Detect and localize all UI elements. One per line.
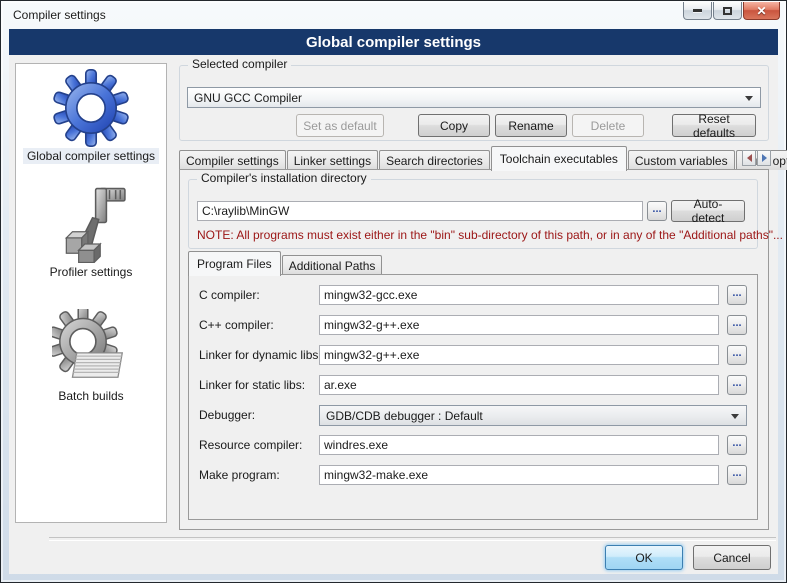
sidebar-item-label: Global compiler settings	[23, 148, 159, 164]
chevron-down-icon	[731, 414, 739, 419]
field-label: Linker for static libs:	[199, 378, 305, 392]
close-icon: ✕	[756, 4, 766, 18]
maximize-icon	[723, 7, 732, 15]
field-row-make-program: Make program: ...	[189, 465, 757, 485]
settings-category-sidebar: Global compiler settings	[15, 63, 167, 523]
field-label: Resource compiler:	[199, 438, 302, 452]
ok-button[interactable]: OK	[605, 545, 683, 570]
window-title: Compiler settings	[13, 8, 106, 22]
minimize-button[interactable]	[683, 2, 712, 20]
dialog-content: Global compiler settings	[9, 55, 778, 574]
field-label: C compiler:	[199, 288, 260, 302]
compiler-select[interactable]: GNU GCC Compiler	[187, 87, 761, 108]
sidebar-item-label: Profiler settings	[46, 264, 137, 280]
sidebar-item-global-compiler-settings[interactable]: Global compiler settings	[23, 68, 159, 164]
field-row-c-compiler: C compiler: ...	[189, 285, 757, 305]
sidebar-item-label: Batch builds	[54, 388, 127, 404]
debugger-select-value: GDB/CDB debugger : Default	[326, 409, 483, 423]
blue-gear-icon	[52, 68, 130, 148]
auto-detect-button[interactable]: Auto-detect	[671, 200, 745, 222]
close-button[interactable]: ✕	[743, 2, 780, 20]
installation-directory-group-label: Compiler's installation directory	[197, 171, 371, 185]
resource-compiler-input[interactable]	[319, 435, 719, 455]
linker-static-browse-button[interactable]: ...	[727, 375, 747, 395]
note-text: NOTE: All programs must exist either in …	[197, 228, 783, 242]
c-compiler-browse-button[interactable]: ...	[727, 285, 747, 305]
tab-custom-variables[interactable]: Custom variables	[628, 150, 735, 170]
set-as-default-button: Set as default	[296, 114, 384, 137]
make-program-browse-button[interactable]: ...	[727, 465, 747, 485]
compiler-select-value: GNU GCC Compiler	[194, 91, 302, 105]
field-row-debugger: Debugger: GDB/CDB debugger : Default	[189, 405, 757, 425]
cancel-button[interactable]: Cancel	[693, 545, 771, 570]
selected-compiler-group-label: Selected compiler	[188, 57, 291, 71]
field-label: Debugger:	[199, 408, 255, 422]
field-row-linker-dynamic: Linker for dynamic libs: ...	[189, 345, 757, 365]
cpp-compiler-input[interactable]	[319, 315, 719, 335]
toolchain-executables-panel: Compiler's installation directory ... Au…	[179, 169, 769, 530]
cpp-compiler-browse-button[interactable]: ...	[727, 315, 747, 335]
program-files-panel: C compiler: ... C++ compiler: ... Linker…	[188, 274, 758, 520]
settings-tabs: Compiler settings Linker settings Search…	[179, 144, 771, 170]
arrow-right-icon	[762, 154, 767, 162]
sidebar-item-batch-builds[interactable]: Batch builds	[52, 308, 130, 404]
subtab-additional-paths[interactable]: Additional Paths	[282, 255, 383, 275]
resource-compiler-browse-button[interactable]: ...	[727, 435, 747, 455]
installation-directory-input[interactable]	[197, 201, 643, 221]
tab-search-directories[interactable]: Search directories	[379, 150, 490, 170]
subtab-program-files[interactable]: Program Files	[188, 251, 281, 276]
chevron-down-icon	[745, 96, 753, 101]
arrow-left-icon	[747, 154, 752, 162]
sidebar-item-profiler-settings[interactable]: Profiler settings	[46, 184, 137, 280]
field-row-linker-static: Linker for static libs: ...	[189, 375, 757, 395]
page-title-banner: Global compiler settings	[9, 29, 778, 55]
minimize-icon	[693, 9, 702, 12]
delete-button: Delete	[572, 114, 644, 137]
make-program-input[interactable]	[319, 465, 719, 485]
debugger-select[interactable]: GDB/CDB debugger : Default	[319, 405, 747, 426]
tab-compiler-settings[interactable]: Compiler settings	[179, 150, 286, 170]
reset-defaults-button[interactable]: Reset defaults	[672, 114, 756, 137]
installation-directory-browse-button[interactable]: ...	[647, 201, 667, 221]
program-subtabs: Program Files Additional Paths	[188, 251, 383, 275]
field-label: C++ compiler:	[199, 318, 274, 332]
tab-scroll-left-button[interactable]	[742, 150, 756, 166]
compiler-settings-dialog: Compiler settings ✕ Global compiler sett…	[0, 0, 787, 583]
maximize-button[interactable]	[713, 2, 742, 20]
linker-dynamic-input[interactable]	[319, 345, 719, 365]
tab-scroll-right-button[interactable]	[757, 150, 771, 166]
titlebar[interactable]: Compiler settings ✕	[1, 1, 786, 28]
tab-toolchain-executables[interactable]: Toolchain executables	[491, 146, 627, 171]
linker-static-input[interactable]	[319, 375, 719, 395]
caliper-icon	[54, 184, 128, 264]
linker-dynamic-browse-button[interactable]: ...	[727, 345, 747, 365]
field-label: Linker for dynamic libs:	[199, 348, 322, 362]
c-compiler-input[interactable]	[319, 285, 719, 305]
installation-directory-group: Compiler's installation directory ... Au…	[188, 179, 758, 249]
selected-compiler-group: Selected compiler GNU GCC Compiler Set a…	[179, 65, 769, 141]
page-title: Global compiler settings	[306, 34, 481, 51]
field-row-cpp-compiler: C++ compiler: ...	[189, 315, 757, 335]
footer-divider	[49, 537, 776, 541]
gray-gear-papers-icon	[52, 308, 130, 388]
tab-linker-settings[interactable]: Linker settings	[287, 150, 378, 170]
field-label: Make program:	[199, 468, 280, 482]
field-row-resource-compiler: Resource compiler: ...	[189, 435, 757, 455]
copy-button[interactable]: Copy	[418, 114, 490, 137]
rename-button[interactable]: Rename	[495, 114, 567, 137]
